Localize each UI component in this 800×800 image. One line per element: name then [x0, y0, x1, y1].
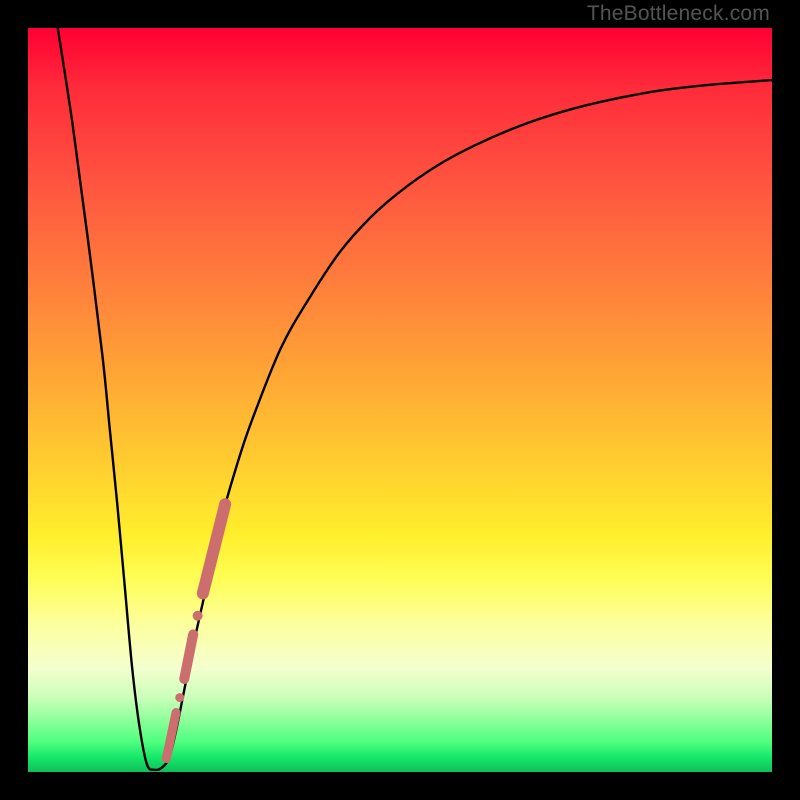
gap-dot-1 [193, 611, 203, 621]
watermark-text: TheBottleneck.com [587, 2, 770, 26]
segment-mid [184, 634, 193, 679]
gap-dot-2 [175, 693, 184, 702]
outer-frame: TheBottleneck.com [0, 0, 800, 800]
plot-area [28, 28, 772, 772]
segment-top [203, 504, 225, 593]
segment-bottom [166, 712, 176, 758]
marker-layer [28, 28, 772, 772]
